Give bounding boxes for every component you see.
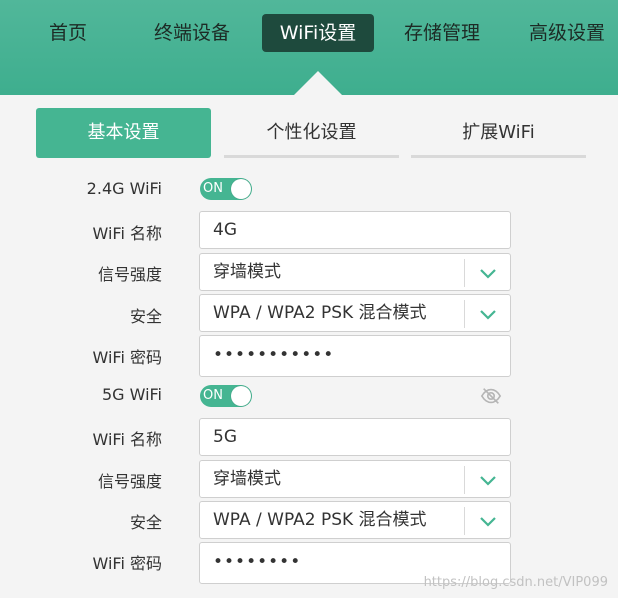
wifi24-name-label: WiFi 名称 (92, 224, 163, 243)
chevron-down-icon (480, 310, 496, 320)
wifi24-signal-select[interactable]: 穿墙模式 (199, 253, 511, 291)
eye-off-icon[interactable] (480, 385, 502, 407)
nav-item-devices[interactable]: 终端设备 (140, 14, 244, 52)
wifi24-signal-value: 穿墙模式 (213, 262, 281, 282)
wifi24-toggle[interactable]: ON (200, 178, 252, 200)
nav-item-advanced[interactable]: 高级设置 (516, 14, 618, 52)
wifi24-signal-label: 信号强度 (97, 265, 162, 284)
wifi5-name-input[interactable]: 5G (199, 418, 511, 456)
wifi5-password-label: WiFi 密码 (92, 554, 163, 573)
toggle-knob (231, 179, 251, 199)
top-navigation: 首页 终端设备 WiFi设置 存储管理 高级设置 (0, 0, 618, 95)
nav-item-home[interactable]: 首页 (28, 14, 108, 52)
tab-basic-settings[interactable]: 基本设置 (36, 108, 211, 158)
wifi24-security-select[interactable]: WPA / WPA2 PSK 混合模式 (199, 294, 511, 332)
wifi5-signal-select[interactable]: 穿墙模式 (199, 460, 511, 498)
nav-item-storage[interactable]: 存储管理 (390, 14, 494, 52)
select-divider (464, 466, 465, 494)
wifi24-password-label: WiFi 密码 (92, 348, 163, 367)
wifi24-name-input[interactable]: 4G (199, 211, 511, 249)
wifi24-password-input[interactable]: ••••••••••• (199, 335, 511, 377)
wifi5-signal-value: 穿墙模式 (213, 469, 281, 489)
chevron-down-icon (480, 269, 496, 279)
wifi5-name-label: WiFi 名称 (92, 430, 163, 449)
wifi24-security-label: 安全 (129, 307, 162, 326)
select-divider (464, 300, 465, 328)
chevron-down-icon (480, 476, 496, 486)
wifi5-toggle[interactable]: ON (200, 385, 252, 407)
wifi24-toggle-text: ON (203, 181, 223, 196)
select-divider (464, 507, 465, 535)
wifi5-signal-label: 信号强度 (97, 472, 162, 491)
wifi5-toggle-text: ON (203, 388, 223, 403)
tab-wifi-extension[interactable]: 扩展WiFi (411, 108, 586, 158)
wifi24-security-value: WPA / WPA2 PSK 混合模式 (213, 303, 427, 323)
select-divider (464, 259, 465, 287)
tab-personalization[interactable]: 个性化设置 (224, 108, 399, 158)
wifi5-security-select[interactable]: WPA / WPA2 PSK 混合模式 (199, 501, 511, 539)
wifi5-security-label: 安全 (129, 513, 162, 532)
nav-item-wifi-settings[interactable]: WiFi设置 (262, 14, 374, 52)
watermark: https://blog.csdn.net/VIP099 (423, 575, 608, 590)
chevron-down-icon (480, 517, 496, 527)
wifi-settings-panel: 基本设置 个性化设置 扩展WiFi 2.4G WiFi ON WiFi 名称 4… (0, 95, 618, 598)
active-nav-indicator (294, 71, 342, 95)
wifi5-security-value: WPA / WPA2 PSK 混合模式 (213, 510, 427, 530)
toggle-knob (231, 386, 251, 406)
wifi24-label: 2.4G WiFi (86, 179, 162, 198)
wifi5-label: 5G WiFi (101, 385, 162, 404)
